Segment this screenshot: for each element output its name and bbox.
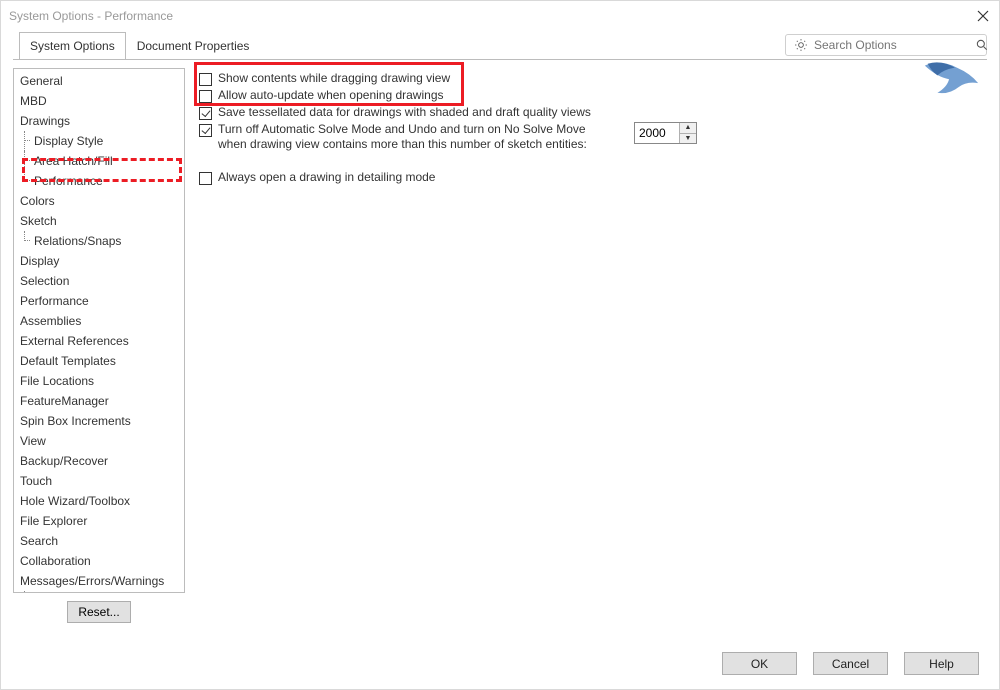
tree-search[interactable]: Search xyxy=(14,531,184,551)
options-tree: General MBD Drawings Display Style Area … xyxy=(13,68,185,593)
tree-backup[interactable]: Backup/Recover xyxy=(14,451,184,471)
tree-performance[interactable]: Performance xyxy=(14,291,184,311)
window-title: System Options - Performance xyxy=(9,9,173,23)
tree-colors[interactable]: Colors xyxy=(14,191,184,211)
tree-file-explorer[interactable]: File Explorer xyxy=(14,511,184,531)
tree-feature-manager[interactable]: FeatureManager xyxy=(14,391,184,411)
checkbox-save-tessellated[interactable] xyxy=(199,107,212,120)
tree-display[interactable]: Display xyxy=(14,251,184,271)
label-allow-auto-update: Allow auto-update when opening drawings xyxy=(218,88,444,103)
entities-spinner[interactable]: ▲ ▼ xyxy=(634,122,697,144)
search-input[interactable] xyxy=(814,38,969,52)
tree-relations-snaps[interactable]: Relations/Snaps xyxy=(14,231,184,251)
tree-view[interactable]: View xyxy=(14,431,184,451)
checkbox-auto-solve[interactable] xyxy=(199,124,212,137)
checkbox-allow-auto-update[interactable] xyxy=(199,90,212,103)
bird-logo-icon xyxy=(920,54,982,102)
tree-external-refs[interactable]: External References xyxy=(14,331,184,351)
spin-down-icon[interactable]: ▼ xyxy=(680,134,696,144)
cancel-button[interactable]: Cancel xyxy=(813,652,888,675)
gear-icon xyxy=(794,38,808,52)
tree-general[interactable]: General xyxy=(14,71,184,91)
checkbox-always-detailing[interactable] xyxy=(199,172,212,185)
entities-input[interactable] xyxy=(635,123,679,143)
label-auto-solve: Turn off Automatic Solve Mode and Undo a… xyxy=(218,122,588,152)
tree-spin-box[interactable]: Spin Box Increments xyxy=(14,411,184,431)
tree-file-locations[interactable]: File Locations xyxy=(14,371,184,391)
tree-messages[interactable]: Messages/Errors/Warnings xyxy=(14,571,184,591)
tree-mbd[interactable]: MBD xyxy=(14,91,184,111)
tree-collaboration[interactable]: Collaboration xyxy=(14,551,184,571)
tree-display-style[interactable]: Display Style xyxy=(14,131,184,151)
tree-drawings-performance[interactable]: Performance xyxy=(14,171,184,191)
tab-document-properties[interactable]: Document Properties xyxy=(126,32,261,60)
tree-default-templates[interactable]: Default Templates xyxy=(14,351,184,371)
label-show-contents: Show contents while dragging drawing vie… xyxy=(218,71,450,86)
tab-system-options[interactable]: System Options xyxy=(19,32,126,60)
tree-area-hatch[interactable]: Area Hatch/Fill xyxy=(14,151,184,171)
reset-button[interactable]: Reset... xyxy=(67,601,131,623)
tree-hole-wizard[interactable]: Hole Wizard/Toolbox xyxy=(14,491,184,511)
checkbox-show-contents[interactable] xyxy=(199,73,212,86)
label-save-tessellated: Save tessellated data for drawings with … xyxy=(218,105,591,120)
help-button[interactable]: Help xyxy=(904,652,979,675)
close-icon[interactable] xyxy=(975,8,991,24)
search-options-field[interactable] xyxy=(785,34,987,56)
label-always-detailing: Always open a drawing in detailing mode xyxy=(218,170,435,185)
ok-button[interactable]: OK xyxy=(722,652,797,675)
spin-up-icon[interactable]: ▲ xyxy=(680,123,696,134)
search-icon[interactable] xyxy=(975,38,989,52)
tree-touch[interactable]: Touch xyxy=(14,471,184,491)
tree-selection[interactable]: Selection xyxy=(14,271,184,291)
tree-sketch[interactable]: Sketch xyxy=(14,211,184,231)
tree-drawings[interactable]: Drawings xyxy=(14,111,184,131)
tree-assemblies[interactable]: Assemblies xyxy=(14,311,184,331)
